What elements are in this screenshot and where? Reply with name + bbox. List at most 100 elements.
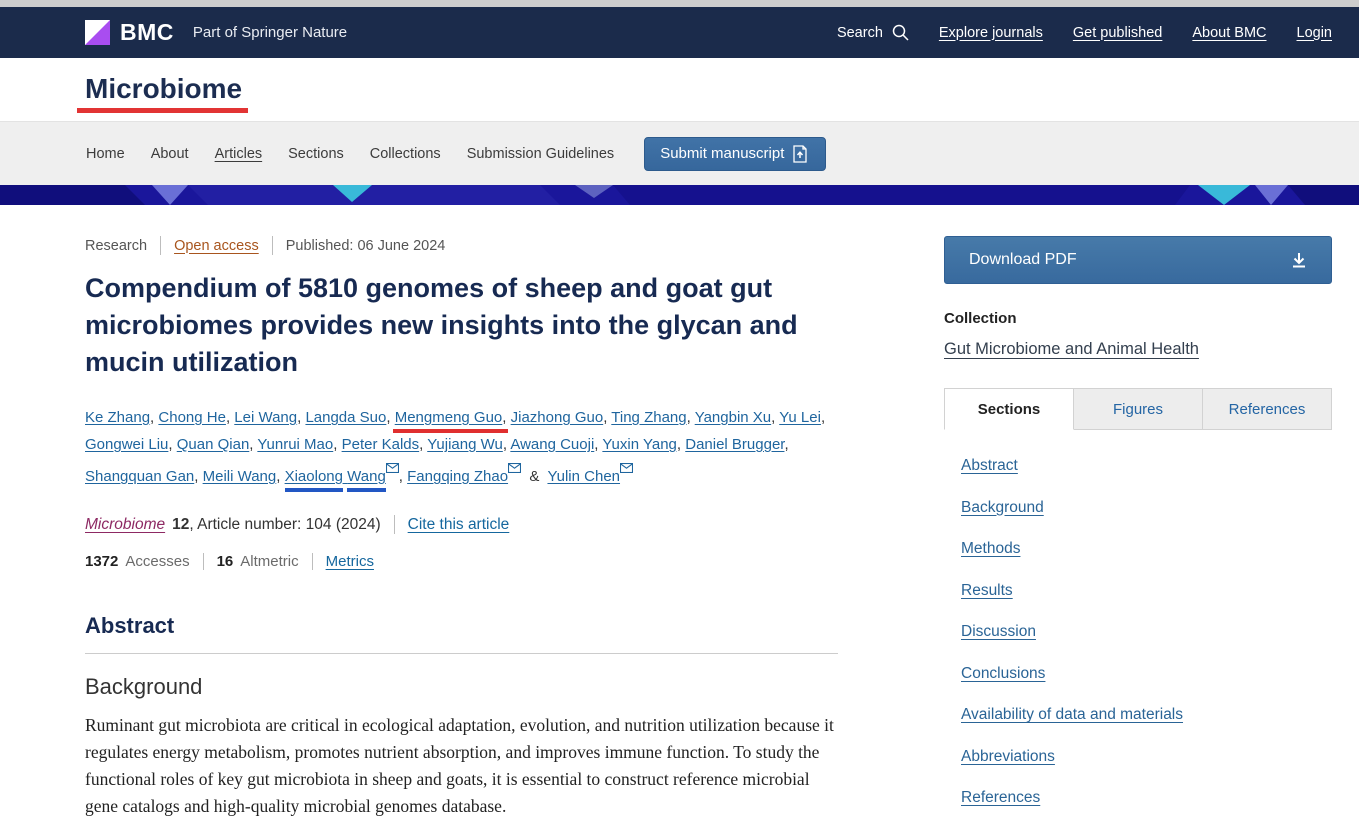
download-pdf-button[interactable]: Download PDF [944,236,1332,284]
author-link[interactable]: Jiazhong Guo [511,409,604,426]
author-link[interactable]: Yangbin Xu [695,409,771,426]
tab-figures[interactable]: Figures [1074,388,1203,430]
section-list: Abstract Background Methods Results Disc… [944,457,1332,807]
author-link[interactable]: Fangqing Zhao [407,468,508,485]
accesses-count: 1372 [85,553,118,570]
abstract-divider [85,653,838,654]
sidebar-tabs: Sections Figures References [944,388,1332,430]
author-link[interactable]: Ting Zhang [611,409,686,426]
author-link[interactable]: Yunrui Mao [257,436,333,453]
author-link[interactable]: Mengmeng Guo [395,409,503,426]
search-label: Search [837,25,883,41]
author-link[interactable]: Gongwei Liu [85,436,168,453]
author-link[interactable]: Chong He [158,409,226,426]
journal-name-link[interactable]: Microbiome [85,516,165,534]
author-link[interactable]: Xiaolong Wang [285,468,386,485]
meta-divider [160,236,161,255]
tab-sections[interactable]: Sections [944,388,1074,430]
article-number: , Article number: 104 (2024) [189,516,380,534]
journal-banner-graphic [0,185,1359,205]
annotated-word: Wang [347,468,386,485]
bmc-logo[interactable]: BMC Part of Springer Nature [85,19,347,46]
section-link-methods[interactable]: Methods [961,540,1020,558]
search-link[interactable]: Search [837,24,909,41]
author-link[interactable]: Peter Kalds [342,436,420,453]
journal-nav-home[interactable]: Home [73,140,138,168]
header-link-explore-journals[interactable]: Explore journals [939,25,1043,41]
metrics-link[interactable]: Metrics [326,553,374,570]
altmetric-label: Altmetric [240,553,298,570]
section-link-abbreviations[interactable]: Abbreviations [961,748,1055,766]
accesses-label: Accesses [125,553,189,570]
site-header: BMC Part of Springer Nature Search Explo… [0,7,1359,58]
tab-references[interactable]: References [1203,388,1332,430]
email-author-icon[interactable] [386,464,399,478]
section-link-results[interactable]: Results [961,582,1013,600]
annotated-word: Xiaolong [285,468,343,485]
abstract-background-subheading: Background [85,674,838,700]
email-author-icon[interactable] [508,464,521,478]
submit-manuscript-label: Submit manuscript [660,145,784,162]
journal-nav-articles[interactable]: Articles [202,140,276,168]
author-link[interactable]: Yuxin Yang [602,436,677,453]
author-link[interactable]: Langda Suo [305,409,386,426]
journal-nav-about[interactable]: About [138,140,202,168]
altmetric-count: 16 [217,553,234,570]
journal-title-bar: Microbiome [0,58,1359,121]
open-access-link[interactable]: Open access [174,238,259,254]
section-link-conclusions[interactable]: Conclusions [961,665,1045,683]
author-list: Ke Zhang, Chong He, Lei Wang, Langda Suo… [85,404,838,490]
header-link-login[interactable]: Login [1297,25,1332,41]
submit-manuscript-button[interactable]: Submit manuscript [644,137,826,171]
journal-title-link[interactable]: Microbiome [85,73,242,113]
meta-divider [272,236,273,255]
author-link[interactable]: Lei Wang [234,409,297,426]
collection-link[interactable]: Gut Microbiome and Animal Health [944,340,1199,359]
volume-number: 12 [172,516,189,534]
article-sidebar: Download PDF Collection Gut Microbiome a… [944,236,1332,820]
section-link-abstract[interactable]: Abstract [961,457,1018,475]
section-link-references[interactable]: References [961,789,1040,807]
journal-nav: Home About Articles Sections Collections… [0,121,1359,185]
journal-nav-sections[interactable]: Sections [275,140,357,168]
citation-line: Microbiome 12 , Article number: 104 (202… [85,515,838,534]
metrics-line: 1372 Accesses 16 Altmetric Metrics [85,553,838,570]
cite-this-article-link[interactable]: Cite this article [408,516,510,534]
email-author-icon[interactable] [620,464,633,478]
metrics-divider [312,553,313,570]
article-title: Compendium of 5810 genomes of sheep and … [85,270,835,381]
search-icon [892,24,909,41]
header-link-about-bmc[interactable]: About BMC [1192,25,1266,41]
download-icon [1291,252,1307,269]
header-link-get-published[interactable]: Get published [1073,25,1162,41]
published-date: Published: 06 June 2024 [286,238,446,254]
author-link[interactable]: Ke Zhang [85,409,150,426]
journal-nav-submission-guidelines[interactable]: Submission Guidelines [454,140,628,168]
author-link[interactable]: Shangquan Gan [85,468,194,485]
article-meta: Research Open access Published: 06 June … [85,236,838,255]
author-link[interactable]: Daniel Brugger [685,436,784,453]
collection-label: Collection [944,310,1332,327]
metrics-divider [203,553,204,570]
bmc-logo-text: BMC [120,19,174,46]
logo-tagline: Part of Springer Nature [193,24,347,41]
author-link[interactable]: Yujiang Wu [427,436,503,453]
abstract-heading: Abstract [85,613,838,639]
author-link[interactable]: Yu Lei [779,409,821,426]
author-link[interactable]: Meili Wang [203,468,277,485]
author-link[interactable]: Awang Cuoji [510,436,594,453]
section-link-background[interactable]: Background [961,499,1044,517]
header-nav: Search Explore journals Get published Ab… [837,24,1332,41]
author-link[interactable]: Quan Qian [177,436,250,453]
bmc-logo-icon [85,20,110,45]
download-pdf-label: Download PDF [969,251,1291,269]
section-link-availability[interactable]: Availability of data and materials [961,706,1183,724]
section-link-discussion[interactable]: Discussion [961,623,1036,641]
journal-nav-collections[interactable]: Collections [357,140,454,168]
page-content: Research Open access Published: 06 June … [0,205,1359,820]
abstract-background-paragraph: Ruminant gut microbiota are critical in … [85,712,838,820]
submit-manuscript-icon [793,145,810,163]
article-type: Research [85,238,147,254]
author-link[interactable]: Yulin Chen [547,468,620,485]
cite-divider [394,515,395,534]
